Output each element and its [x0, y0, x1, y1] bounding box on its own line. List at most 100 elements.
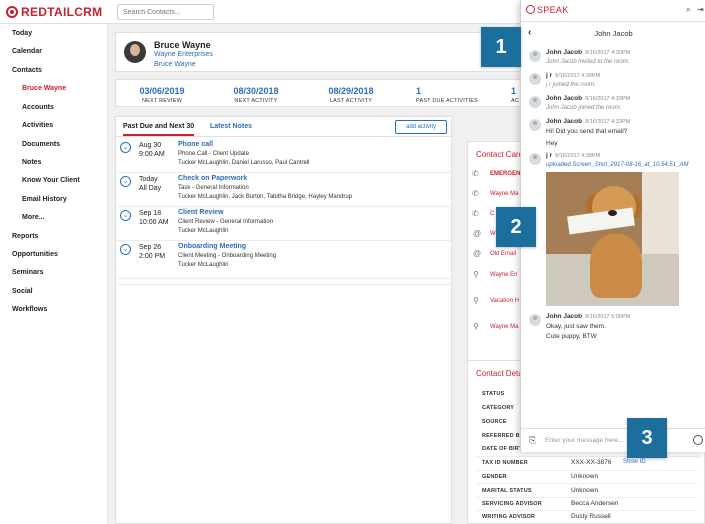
contact-link[interactable]: Bruce Wayne	[154, 61, 196, 68]
activity-type: Task - General Information	[178, 185, 249, 191]
search-input[interactable]	[117, 4, 214, 20]
brand-name: REDTAILCRM	[21, 5, 103, 19]
system-message: j r joined the room.	[546, 82, 596, 88]
divider	[476, 497, 698, 498]
activity-row[interactable]: ⌄ Sep 26 2:00 PM Onboarding Meeting Clien…	[116, 241, 453, 279]
label-referred-by: REFERRED BY	[482, 433, 524, 439]
system-message: John Jacob invited to the room.	[546, 59, 630, 65]
sidebar-item-seminars[interactable]: Seminars	[12, 269, 44, 276]
activity-row[interactable]: ⌄ Aug 30 9:00 AM Phone call Phone Call - …	[116, 139, 453, 173]
sidebar-item-bruce-wayne[interactable]: Bruce Wayne	[22, 85, 66, 92]
emergency-phone[interactable]: EMERGEN	[490, 171, 520, 177]
speak-header: SPEAK ⌕ ⇥	[521, 0, 705, 22]
conversation-name: John Jacob	[594, 29, 633, 38]
callout-marker-1: 1	[481, 27, 521, 67]
sidebar-item-email-history[interactable]: Email History	[22, 196, 67, 203]
stat-past-due[interactable]: 1 PAST DUE ACTIVITIES	[416, 86, 486, 104]
sidebar-item-activities[interactable]: Activities	[22, 122, 53, 129]
message-sender: John Jacob 8/16/2017 4:33PM	[546, 118, 631, 125]
dog-photo[interactable]	[546, 172, 679, 306]
sidebar-item-know-your-client[interactable]: Know Your Client	[22, 177, 80, 184]
sidebar-item-social[interactable]: Social	[12, 288, 33, 295]
activity-title[interactable]: Onboarding Meeting	[178, 243, 246, 250]
search-icon[interactable]: ⌕	[686, 5, 690, 15]
callout-marker-3: 3	[627, 418, 667, 458]
address-wayne-enterprises[interactable]: Wayne En	[490, 272, 517, 278]
chevron-down-icon[interactable]: ⌄	[120, 176, 131, 187]
label-gender: GENDER	[482, 474, 507, 480]
chevron-down-icon[interactable]: ⌄	[120, 244, 131, 255]
stat-last-activity[interactable]: 08/29/2018 LAST ACTIVITY	[321, 86, 381, 104]
sidebar-item-documents[interactable]: Documents	[22, 141, 60, 148]
contact-details-title: Contact Deta	[476, 369, 523, 378]
user-avatar	[529, 153, 541, 165]
conversation-header: ‹ John Jacob	[521, 24, 705, 42]
address-vacation[interactable]: Vacation H	[490, 298, 519, 304]
exit-icon[interactable]: ⇥	[697, 5, 704, 14]
label-category: CATEGORY	[482, 405, 515, 411]
sidebar-item-accounts[interactable]: Accounts	[22, 104, 54, 111]
chevron-down-icon[interactable]: ⌄	[120, 142, 131, 153]
speak-chat-panel: SPEAK ⌕ ⇥ ‹ John Jacob John Jacob 8/16/20…	[520, 0, 705, 452]
sidebar-item-opportunities[interactable]: Opportunities	[12, 251, 58, 258]
paperclip-icon[interactable]: ⎘	[529, 435, 536, 446]
servicing-advisor-value: Becca Andersen	[571, 500, 619, 507]
company-link[interactable]: Wayne Enterprises	[154, 51, 213, 58]
activity-date: Today All Day	[139, 176, 162, 192]
system-message: John Jacob joined the room.	[546, 105, 622, 111]
divider	[476, 510, 698, 511]
sidebar-item-calendar[interactable]: Calendar	[12, 48, 42, 55]
label-tax-id: TAX ID NUMBER	[482, 460, 528, 466]
tab-latest-notes[interactable]: Latest Notes	[210, 123, 252, 130]
stat-next-review[interactable]: 03/06/2019 NEXT REVIEW	[132, 86, 192, 104]
email-icon: @	[473, 229, 482, 238]
message-sender: j r 8/16/2017 4:38PM	[546, 152, 601, 159]
chat-message: Cute puppy, BTW	[546, 333, 597, 340]
chat-message: Hi! Did you send that email?	[546, 128, 628, 135]
sidebar-item-workflows[interactable]: Workflows	[12, 306, 47, 313]
redtail-logo[interactable]: REDTAILCRM	[6, 5, 102, 19]
emoji-icon[interactable]	[693, 435, 703, 445]
message-input[interactable]: Enter your message here...	[545, 437, 623, 444]
sidebar-item-reports[interactable]: Reports	[12, 233, 38, 240]
message-input-bar: ⎘ Enter your message here...	[521, 428, 705, 452]
stats-bar: 03/06/2019 NEXT REVIEW 08/30/2018 NEXT ACT…	[115, 79, 535, 107]
email-icon: @	[473, 249, 482, 258]
message-sender: John Jacob 8/16/2017 4:33PM	[546, 95, 631, 102]
phone-cell[interactable]: C	[490, 211, 494, 217]
activity-type: Client Meeting - Onboarding Meeting	[178, 253, 277, 259]
email-old[interactable]: Old Email	[490, 251, 516, 257]
contact-header: Bruce Wayne Wayne Enterprises Bruce Wayn…	[115, 32, 535, 72]
email-work[interactable]: W	[490, 231, 496, 237]
activity-type: Phone Call - Client Update	[178, 151, 250, 157]
writing-advisor-value: Dusty Russell	[571, 513, 611, 520]
activity-date: Sep 18 10:00 AM	[139, 210, 169, 226]
uploaded-file-link[interactable]: uploaded Screen_Shot_2017-08-16_at_10.54…	[546, 162, 688, 168]
label-marital-status: MARITAL STATUS	[482, 488, 532, 494]
activity-row[interactable]: ⌄ Sep 18 10:00 AM Client Review Client Re…	[116, 207, 453, 241]
user-avatar	[529, 96, 541, 108]
chevron-down-icon[interactable]: ⌄	[120, 210, 131, 221]
tab-past-due[interactable]: Past Due and Next 30	[123, 123, 195, 136]
activity-row[interactable]: ⌄ Today All Day Check on Paperwork Task -…	[116, 173, 453, 207]
activity-attendees: Tucker McLaughlin, Jack Burton, Tabitha …	[178, 194, 353, 200]
activity-title[interactable]: Phone call	[178, 141, 213, 148]
phone-wayne[interactable]: Wayne Ma	[490, 191, 518, 197]
sidebar-item-today[interactable]: Today	[12, 30, 32, 37]
label-source: SOURCE	[482, 419, 507, 425]
activity-footer	[116, 279, 453, 285]
avatar	[124, 41, 146, 63]
address-wayne-manor[interactable]: Wayne Ma	[490, 324, 518, 330]
user-avatar	[529, 119, 541, 131]
add-activity-button[interactable]: add activity	[395, 120, 447, 134]
activity-title[interactable]: Check on Paperwork	[178, 175, 247, 182]
stat-next-activity[interactable]: 08/30/2018 NEXT ACTIVITY	[226, 86, 286, 104]
sidebar-item-more[interactable]: More...	[22, 214, 45, 221]
user-avatar	[529, 50, 541, 62]
location-pin-icon: ⚲	[473, 322, 479, 331]
marital-status-value: Unknown	[571, 487, 599, 494]
sidebar-item-notes[interactable]: Notes	[22, 159, 41, 166]
sidebar-item-contacts[interactable]: Contacts	[12, 67, 42, 74]
activity-title[interactable]: Client Review	[178, 209, 224, 216]
show-id-link[interactable]: Show ID	[623, 459, 646, 465]
